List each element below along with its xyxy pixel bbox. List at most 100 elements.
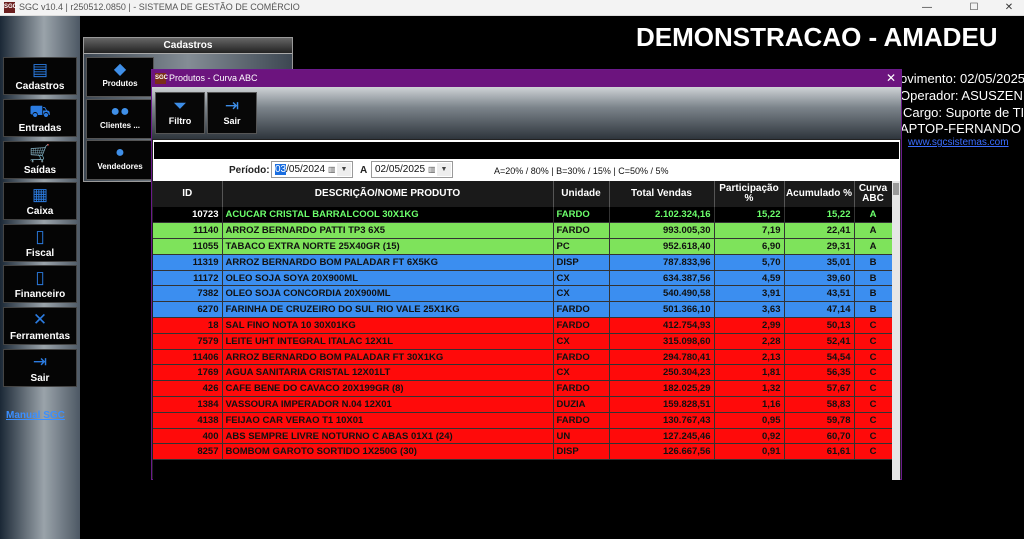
cell-id: 11406 <box>153 349 223 366</box>
date-from-picker[interactable]: 03/05/2024 ▥ ▼ <box>271 161 353 178</box>
table-row[interactable]: 11172 OLEO SOJA SOYA 20X900ML CX 634.387,56… <box>153 270 893 287</box>
cell-id: 6270 <box>153 301 223 319</box>
cell-desc: OLEO SOJA CONCORDIA 20X900ML <box>222 285 554 303</box>
website-link[interactable]: www.sgcsistemas.com <box>908 137 1009 148</box>
column-header-total[interactable]: Total Vendas <box>609 181 715 207</box>
calendar-icon: ▥ <box>428 165 436 174</box>
main-sidebar: ▤ Cadastros ⛟ Entradas 🛒 Saídas ▦ Caixa … <box>0 16 80 539</box>
table-row[interactable]: 8257 BOMBOM GAROTO SORTIDO 1X250G (30) DIS… <box>153 443 893 461</box>
table-row[interactable]: 426 CAFE BENE DO CAVACO 20X199GR (8) FARDO… <box>153 380 893 398</box>
cell-acum: 56,35 <box>784 364 855 382</box>
company-name: DEMONSTRACAO - AMADEU <box>636 22 998 52</box>
cadastros-panel-title: Cadastros <box>84 38 292 54</box>
cell-curva: B <box>854 254 893 271</box>
table-row[interactable]: 6270 FARINHA DE CRUZEIRO DO SUL RIO VALE … <box>153 301 893 319</box>
cell-desc: TABACO EXTRA NORTE 25X40GR (15) <box>222 238 554 255</box>
period-label: Período: <box>229 165 270 176</box>
cadastros-vendedores-button[interactable]: ● Vendedores <box>86 140 154 180</box>
date-from-rest: /05/2024 <box>286 164 326 175</box>
table-row[interactable]: 11406 ARROZ BERNARDO BOM PALADAR FT 30X1K… <box>153 349 893 366</box>
cell-total: 159.828,51 <box>609 396 715 413</box>
cell-part: 2,28 <box>714 333 785 350</box>
sidebar-item-ferramentas[interactable]: ✕ Ferramentas <box>3 307 77 345</box>
sidebar-item-sair[interactable]: ⇥ Sair <box>3 349 77 387</box>
minimize-button[interactable]: — <box>912 0 942 16</box>
cadastros-produtos-button[interactable]: ◆ Produtos <box>86 57 154 97</box>
cell-part: 7,19 <box>714 222 785 240</box>
column-header-id[interactable]: ID <box>153 181 223 207</box>
column-header-description[interactable]: DESCRIÇÃO/NOME PRODUTO <box>222 181 554 207</box>
column-header-cumulative[interactable]: Acumulado % <box>784 181 855 207</box>
cell-acum: 52,41 <box>784 333 855 350</box>
cell-id: 11140 <box>153 222 223 240</box>
sidebar-item-entradas[interactable]: ⛟ Entradas <box>3 99 77 137</box>
date-to-picker[interactable]: 02/05/2025 ▥ ▼ <box>371 161 453 178</box>
abc-legend: A=20% / 80% | B=30% / 15% | C=50% / 5% <box>494 166 669 176</box>
abc-grid[interactable]: ID DESCRIÇÃO/NOME PRODUTO Unidade Total … <box>153 181 900 480</box>
date-to-value: 02/05/2025 <box>375 164 426 175</box>
cell-acum: 60,70 <box>784 428 855 445</box>
cell-un: FARDO <box>553 207 610 224</box>
scrollbar-thumb[interactable] <box>893 183 899 195</box>
column-header-curve[interactable]: Curva ABC <box>854 181 893 207</box>
table-row[interactable]: 18 SAL FINO NOTA 10 30X01KG FARDO 412.754,9… <box>153 317 893 334</box>
cell-total: 182.025,29 <box>609 380 715 398</box>
sidebar-item-saidas[interactable]: 🛒 Saídas <box>3 141 77 179</box>
table-row[interactable]: 11319 ARROZ BERNARDO BOM PALADAR FT 6X5KG… <box>153 254 893 271</box>
table-row[interactable]: 7382 OLEO SOJA CONCORDIA 20X900ML CX 540.49… <box>153 285 893 303</box>
column-header-participation[interactable]: Participação % <box>714 181 785 207</box>
table-row[interactable]: 1769 AGUA SANITARIA CRISTAL 12X01LT CX 250.… <box>153 364 893 382</box>
table-row[interactable]: 400 ABS SEMPRE LIVRE NOTURNO C ABAS 01X1 … <box>153 428 893 445</box>
cadastros-clientes-button[interactable]: ●● Clientes ... <box>86 99 154 139</box>
cell-desc: OLEO SOJA SOYA 20X900ML <box>222 270 554 287</box>
cell-un: UN <box>553 428 610 445</box>
cell-desc: ABS SEMPRE LIVRE NOTURNO C ABAS 01X1 (24… <box>222 428 554 445</box>
grid-scrollbar[interactable] <box>892 181 900 480</box>
exit-button[interactable]: ⇥ Sair <box>207 92 257 134</box>
box-icon: ◆ <box>113 61 127 78</box>
table-row[interactable]: 11055 TABACO EXTRA NORTE 25X40GR (15) PC 95… <box>153 238 893 255</box>
maximize-button[interactable]: ☐ <box>959 0 989 16</box>
sidebar-item-label: Fiscal <box>25 248 55 259</box>
sidebar-item-cadastros[interactable]: ▤ Cadastros <box>3 57 77 95</box>
table-row[interactable]: 11140 ARROZ BERNARDO PATTI TP3 6X5 FARDO 99… <box>153 222 893 240</box>
sidebar-item-label: Saídas <box>23 165 57 176</box>
cell-total: 130.767,43 <box>609 412 715 429</box>
cell-acum: 47,14 <box>784 301 855 319</box>
cell-part: 6,90 <box>714 238 785 255</box>
cell-curva: C <box>854 317 893 334</box>
document-icon: ▯ <box>35 227 45 246</box>
chevron-down-icon[interactable]: ▼ <box>337 163 351 176</box>
cell-curva: A <box>854 222 893 240</box>
manual-link[interactable]: Manual SGC <box>6 410 65 421</box>
cell-un: FARDO <box>553 349 610 366</box>
cell-part: 3,63 <box>714 301 785 319</box>
cell-curva: A <box>854 238 893 255</box>
cell-desc: ARROZ BERNARDO PATTI TP3 6X5 <box>222 222 554 240</box>
sidebar-item-financeiro[interactable]: ▯ Financeiro <box>3 265 77 303</box>
filter-button[interactable]: ⏷ Filtro <box>155 92 205 134</box>
column-header-unit[interactable]: Unidade <box>553 181 610 207</box>
cell-desc: ARROZ BERNARDO BOM PALADAR FT 30X1KG <box>222 349 554 366</box>
sidebar-item-fiscal[interactable]: ▯ Fiscal <box>3 224 77 262</box>
table-row[interactable]: 7579 LEITE UHT INTEGRAL ITALAC 12X1L CX 315… <box>153 333 893 350</box>
cell-un: FARDO <box>553 222 610 240</box>
cell-desc: ACUCAR CRISTAL BARRALCOOL 30X1KG <box>222 207 554 224</box>
cell-part: 2,99 <box>714 317 785 334</box>
sidebar-item-caixa[interactable]: ▦ Caixa <box>3 182 77 220</box>
cell-total: 294.780,41 <box>609 349 715 366</box>
close-window-button[interactable]: ✕ <box>994 0 1024 16</box>
table-row[interactable]: 1384 VASSOURA IMPERADOR N.04 12X01 DUZIA 15… <box>153 396 893 413</box>
cell-curva: C <box>854 412 893 429</box>
grid-header-row: ID DESCRIÇÃO/NOME PRODUTO Unidade Total … <box>153 181 893 207</box>
chevron-down-icon[interactable]: ▼ <box>437 163 451 176</box>
table-row[interactable]: 10723 ACUCAR CRISTAL BARRALCOOL 30X1KG FAR… <box>153 207 893 224</box>
cell-acum: 57,67 <box>784 380 855 398</box>
register-icon: ▦ <box>31 185 49 204</box>
cell-desc: FEIJAO CAR VERAO T1 10X01 <box>222 412 554 429</box>
dialog-close-button[interactable]: ✕ <box>886 71 896 85</box>
cadastros-item-label: Vendedores <box>97 162 143 171</box>
table-row[interactable]: 4138 FEIJAO CAR VERAO T1 10X01 FARDO 130.76… <box>153 412 893 429</box>
cadastros-item-label: Produtos <box>102 79 138 88</box>
cell-curva: B <box>854 270 893 287</box>
